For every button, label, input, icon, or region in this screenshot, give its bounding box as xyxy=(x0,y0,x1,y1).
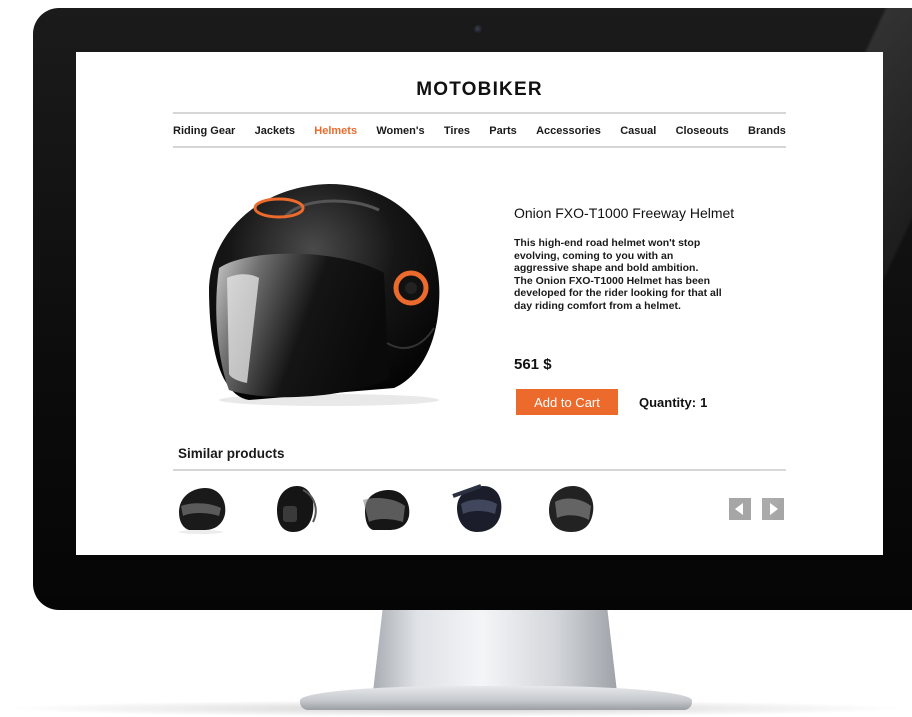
main-nav: Riding Gear Jackets Helmets Women's Tire… xyxy=(173,122,786,139)
description-line: developed for the rider looking for that… xyxy=(514,287,722,299)
quantity-label: Quantity: xyxy=(639,395,697,410)
arrow-right-icon[interactable] xyxy=(762,498,784,520)
similar-products-carousel xyxy=(171,482,631,534)
nav-bottom-divider xyxy=(173,146,786,148)
nav-item-casual[interactable]: Casual xyxy=(620,125,656,137)
nav-item-riding-gear[interactable]: Riding Gear xyxy=(173,125,235,137)
description-line: evolving, coming to you with an xyxy=(514,249,674,262)
nav-item-jackets[interactable]: Jackets xyxy=(255,125,295,137)
helmet-thumbnail-icon[interactable] xyxy=(447,482,507,534)
helmet-thumbnail-icon[interactable] xyxy=(355,482,415,534)
site-logo[interactable]: MOTOBIKER xyxy=(76,79,883,101)
add-to-cart-button[interactable]: Add to Cart xyxy=(516,389,618,415)
nav-item-brands[interactable]: Brands xyxy=(748,125,786,137)
helmet-thumbnail-icon[interactable] xyxy=(263,482,323,534)
nav-item-parts[interactable]: Parts xyxy=(489,125,517,137)
description-line: day riding comfort from a helmet. xyxy=(514,299,681,312)
nav-item-closeouts[interactable]: Closeouts xyxy=(676,125,729,137)
monitor-stand xyxy=(373,608,617,692)
product-description: This high-end road helmet won't stop evo… xyxy=(514,237,776,312)
webcam-icon xyxy=(474,25,483,34)
nav-item-tires[interactable]: Tires xyxy=(444,125,470,137)
nav-item-accessories[interactable]: Accessories xyxy=(536,125,601,137)
similar-divider xyxy=(173,469,786,471)
product-price: 561 $ xyxy=(514,356,552,373)
motorcycle-helmet-icon xyxy=(209,184,440,406)
similar-products-heading: Similar products xyxy=(178,446,285,461)
helmet-thumbnail-icon[interactable] xyxy=(539,482,599,534)
arrow-left-icon[interactable] xyxy=(729,498,751,520)
description-line: aggressive shape and bold ambition. xyxy=(514,262,699,274)
description-line: The Onion FXO-T1000 Helmet has been xyxy=(514,274,711,287)
nav-item-womens[interactable]: Women's xyxy=(376,125,424,137)
nav-top-divider xyxy=(173,112,786,114)
nav-item-helmets[interactable]: Helmets xyxy=(314,125,357,137)
product-title: Onion FXO-T1000 Freeway Helmet xyxy=(514,205,735,221)
quantity-display[interactable]: Quantity: 1 xyxy=(639,395,707,410)
website-screen: MOTOBIKER Riding Gear Jackets Helmets Wo… xyxy=(76,52,883,555)
description-line: This high-end road helmet won't stop xyxy=(514,237,701,249)
helmet-thumbnail-icon[interactable] xyxy=(171,482,231,534)
quantity-value: 1 xyxy=(700,395,708,410)
monitor-stand-base xyxy=(300,686,692,710)
